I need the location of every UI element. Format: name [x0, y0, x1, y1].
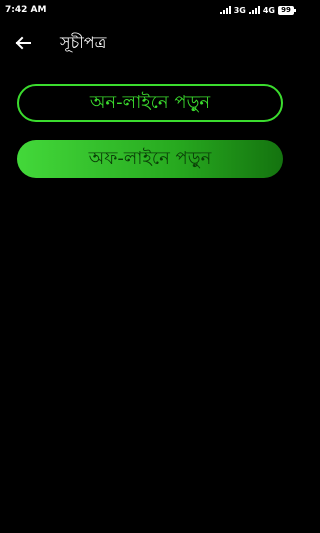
- status-icons: 3G 4G 99: [219, 5, 296, 15]
- network-type-1: 3G: [233, 5, 246, 15]
- page-title: সূচীপত্র: [60, 33, 107, 52]
- signal-strength-icon: [219, 6, 231, 14]
- back-button[interactable]: [12, 32, 34, 54]
- app-bar: সূচীপত্র: [0, 24, 300, 64]
- network-type-2: 4G: [262, 5, 275, 15]
- signal-strength-icon-2: [248, 6, 260, 14]
- read-online-button[interactable]: অন-লাইনে পড়ুন: [17, 84, 283, 122]
- battery-icon: 99: [278, 5, 296, 15]
- status-time: 7:42 AM: [5, 5, 47, 15]
- arrow-left-icon: [15, 36, 31, 50]
- read-offline-button[interactable]: অফ-লাইনে পড়ুন: [17, 140, 283, 178]
- status-bar: 7:42 AM 3G 4G 99: [0, 0, 300, 20]
